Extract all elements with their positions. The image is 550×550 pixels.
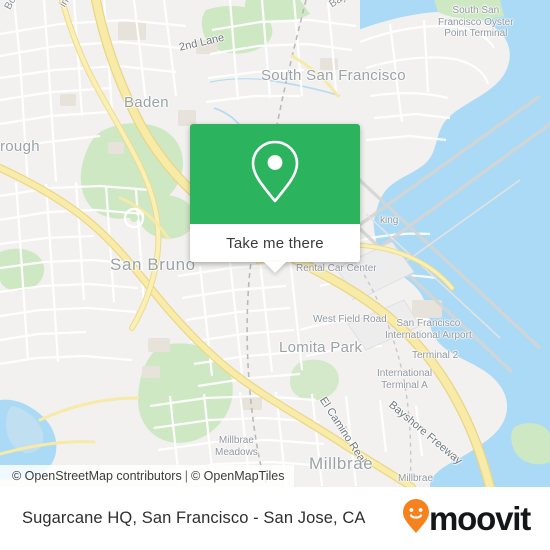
callout-icon-panel <box>190 124 360 224</box>
take-me-there-button[interactable]: Take me there <box>190 224 360 262</box>
moovit-wordmark: moovit <box>429 500 531 537</box>
moovit-logo[interactable]: moovit <box>402 498 531 539</box>
attribution-separator: | <box>184 469 188 483</box>
moovit-pin-icon <box>402 498 430 539</box>
map-attribution: © OpenStreetMap contributors | © OpenMap… <box>0 465 295 487</box>
location-title: Sugarcane HQ, San Francisco - San Jose, … <box>22 509 366 527</box>
footer-bar: Sugarcane HQ, San Francisco - San Jose, … <box>0 487 550 550</box>
callout-tail <box>264 262 286 273</box>
map-pin-icon <box>249 139 301 210</box>
take-me-there-callout[interactable]: Take me there <box>190 124 360 273</box>
attribution-openmaptiles[interactable]: © OpenMapTiles <box>191 469 285 483</box>
map-canvas[interactable]: Boulevardino Real2nd LaneBaySouth San Fr… <box>0 0 550 487</box>
attribution-osm[interactable]: © OpenStreetMap contributors <box>12 469 182 483</box>
